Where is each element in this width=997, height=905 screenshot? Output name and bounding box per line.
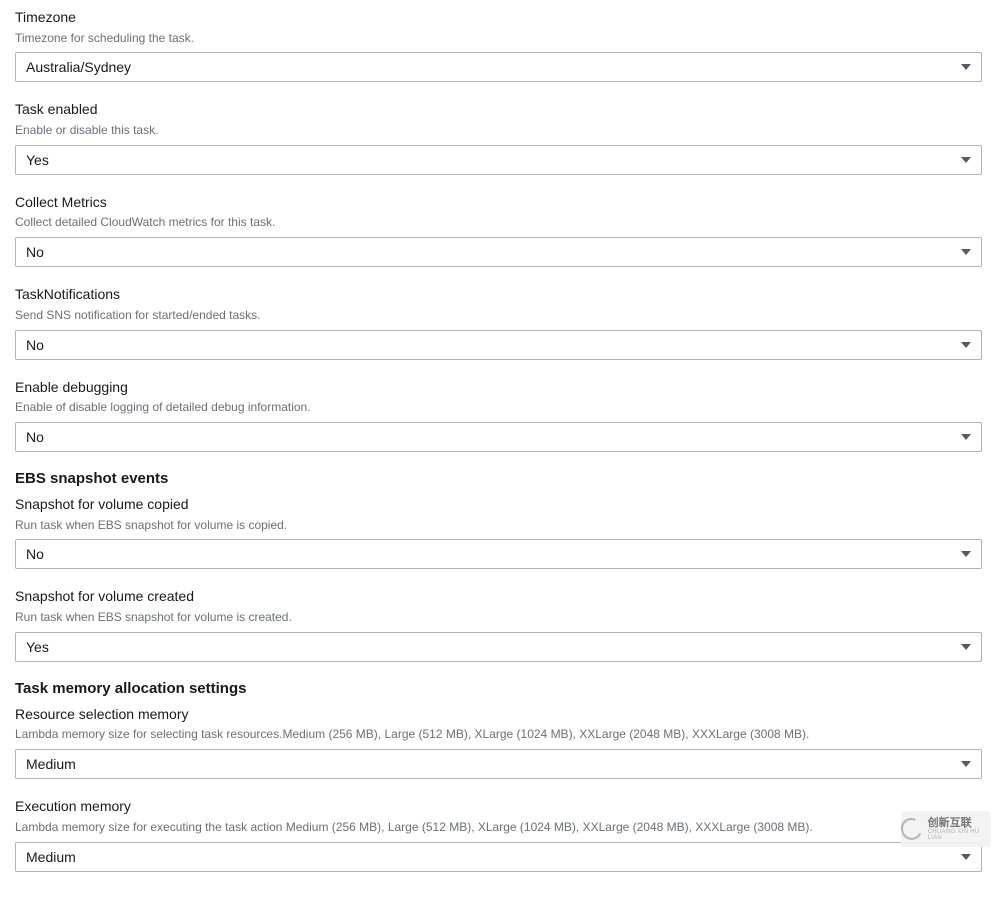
timezone-field: Timezone Timezone for scheduling the tas…: [15, 8, 982, 82]
snapshot-created-select[interactable]: Yes: [15, 632, 982, 662]
chevron-down-icon: [961, 644, 971, 650]
chevron-down-icon: [961, 342, 971, 348]
watermark-en: CHUANG XIN HU LIAN: [928, 829, 991, 841]
execution-memory-label: Execution memory: [15, 797, 982, 817]
task-enabled-label: Task enabled: [15, 100, 982, 120]
collect-metrics-desc: Collect detailed CloudWatch metrics for …: [15, 214, 982, 231]
task-notifications-select[interactable]: No: [15, 330, 982, 360]
collect-metrics-label: Collect Metrics: [15, 193, 982, 213]
task-enabled-select[interactable]: Yes: [15, 145, 982, 175]
enable-debugging-desc: Enable of disable logging of detailed de…: [15, 399, 982, 416]
collect-metrics-value: No: [26, 244, 44, 260]
chevron-down-icon: [961, 434, 971, 440]
watermark-cn: 创新互联: [928, 818, 991, 829]
snapshot-created-value: Yes: [26, 639, 49, 655]
chevron-down-icon: [961, 157, 971, 163]
snapshot-copied-select[interactable]: No: [15, 539, 982, 569]
timezone-desc: Timezone for scheduling the task.: [15, 30, 982, 47]
ebs-section-header: EBS snapshot events: [15, 470, 982, 487]
enable-debugging-value: No: [26, 429, 44, 445]
enable-debugging-field: Enable debugging Enable of disable loggi…: [15, 378, 982, 452]
task-notifications-label: TaskNotifications: [15, 285, 982, 305]
task-enabled-desc: Enable or disable this task.: [15, 122, 982, 139]
snapshot-created-desc: Run task when EBS snapshot for volume is…: [15, 609, 982, 626]
execution-memory-select[interactable]: Medium: [15, 842, 982, 872]
watermark: 创新互联 CHUANG XIN HU LIAN: [901, 811, 991, 847]
task-enabled-value: Yes: [26, 152, 49, 168]
snapshot-copied-desc: Run task when EBS snapshot for volume is…: [15, 517, 982, 534]
chevron-down-icon: [961, 761, 971, 767]
collect-metrics-field: Collect Metrics Collect detailed CloudWa…: [15, 193, 982, 267]
task-notifications-value: No: [26, 337, 44, 353]
timezone-value: Australia/Sydney: [26, 59, 131, 75]
enable-debugging-select[interactable]: No: [15, 422, 982, 452]
snapshot-created-field: Snapshot for volume created Run task whe…: [15, 587, 982, 661]
timezone-label: Timezone: [15, 8, 982, 28]
enable-debugging-label: Enable debugging: [15, 378, 982, 398]
resource-selection-memory-value: Medium: [26, 756, 76, 772]
resource-selection-memory-field: Resource selection memory Lambda memory …: [15, 705, 982, 779]
task-enabled-field: Task enabled Enable or disable this task…: [15, 100, 982, 174]
timezone-select[interactable]: Australia/Sydney: [15, 52, 982, 82]
execution-memory-value: Medium: [26, 849, 76, 865]
chevron-down-icon: [961, 551, 971, 557]
snapshot-copied-value: No: [26, 546, 44, 562]
execution-memory-field: Execution memory Lambda memory size for …: [15, 797, 982, 871]
memory-section-header: Task memory allocation settings: [15, 680, 982, 697]
chevron-down-icon: [961, 249, 971, 255]
chevron-down-icon: [961, 64, 971, 70]
resource-selection-memory-label: Resource selection memory: [15, 705, 982, 725]
execution-memory-desc: Lambda memory size for executing the tas…: [15, 819, 982, 836]
snapshot-copied-label: Snapshot for volume copied: [15, 495, 982, 515]
watermark-text: 创新互联 CHUANG XIN HU LIAN: [928, 818, 991, 841]
collect-metrics-select[interactable]: No: [15, 237, 982, 267]
resource-selection-memory-desc: Lambda memory size for selecting task re…: [15, 726, 982, 743]
resource-selection-memory-select[interactable]: Medium: [15, 749, 982, 779]
task-notifications-field: TaskNotifications Send SNS notification …: [15, 285, 982, 359]
task-notifications-desc: Send SNS notification for started/ended …: [15, 307, 982, 324]
snapshot-copied-field: Snapshot for volume copied Run task when…: [15, 495, 982, 569]
snapshot-created-label: Snapshot for volume created: [15, 587, 982, 607]
chevron-down-icon: [961, 854, 971, 860]
watermark-logo-icon: [898, 815, 925, 843]
